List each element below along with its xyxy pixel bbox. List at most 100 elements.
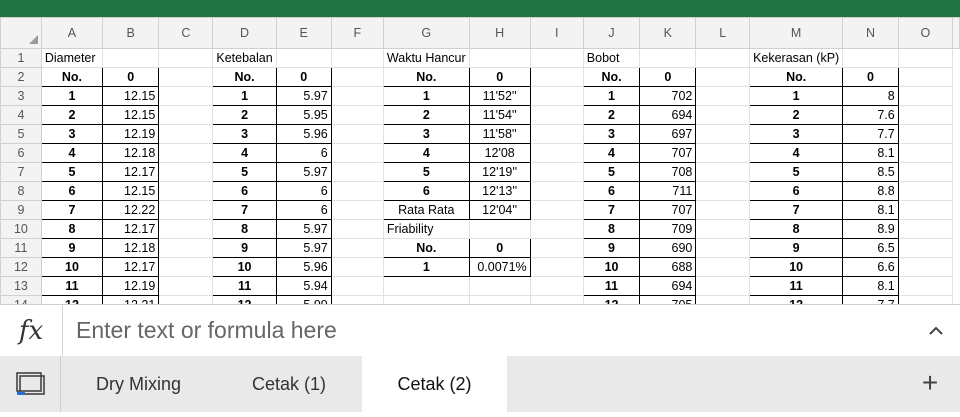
cell[interactable] xyxy=(330,143,384,163)
kekerasan-header-no[interactable]: No. xyxy=(749,67,844,87)
cell[interactable] xyxy=(330,219,384,239)
diameter-row-no[interactable]: 5 xyxy=(40,162,104,182)
cell[interactable] xyxy=(529,295,584,304)
cell[interactable] xyxy=(695,67,751,87)
ketebalan-row-value[interactable]: 5.97 xyxy=(275,238,332,258)
bobot-row-no[interactable]: 8 xyxy=(582,219,641,239)
diameter-row-value[interactable]: 12.18 xyxy=(102,143,160,163)
waktu-avg-label[interactable]: Rata Rata xyxy=(382,200,470,220)
bobot-row-value[interactable]: 688 xyxy=(639,257,697,277)
cell[interactable] xyxy=(695,105,751,125)
cell[interactable] xyxy=(897,219,954,239)
row-header[interactable]: 6 xyxy=(0,143,42,163)
diameter-row-no[interactable]: 6 xyxy=(40,181,104,201)
bobot-row-value[interactable]: 694 xyxy=(639,105,697,125)
cell[interactable] xyxy=(529,276,584,296)
row-header[interactable]: 11 xyxy=(0,238,42,258)
cell[interactable] xyxy=(468,295,531,304)
diameter-title[interactable]: Diameter xyxy=(40,48,104,68)
row-header[interactable]: 14 xyxy=(0,295,42,304)
cell[interactable] xyxy=(330,162,384,182)
cell[interactable] xyxy=(158,105,214,125)
kekerasan-row-no[interactable]: 9 xyxy=(749,238,844,258)
ketebalan-row-value[interactable]: 5.96 xyxy=(275,257,332,277)
ketebalan-row-no[interactable]: 12 xyxy=(212,295,277,304)
column-header-m[interactable]: M xyxy=(749,17,844,49)
chevron-up-icon[interactable] xyxy=(926,321,946,341)
waktu-avg-value[interactable]: 12'04'' xyxy=(468,200,531,220)
diameter-row-value[interactable]: 12.17 xyxy=(102,162,160,182)
cell[interactable] xyxy=(695,124,751,144)
kekerasan-row-no[interactable]: 2 xyxy=(749,105,844,125)
friability-row-value[interactable]: 0.0071% xyxy=(468,257,531,277)
ketebalan-row-value[interactable]: 5.97 xyxy=(275,219,332,239)
cell[interactable] xyxy=(529,48,584,68)
waktu-header-no[interactable]: No. xyxy=(382,67,470,87)
cell[interactable] xyxy=(529,238,584,258)
friability-header-value[interactable]: 0 xyxy=(468,238,531,258)
ketebalan-row-no[interactable]: 2 xyxy=(212,105,277,125)
waktu-row-no[interactable]: 5 xyxy=(382,162,470,182)
select-all-corner[interactable] xyxy=(0,17,42,49)
cell[interactable] xyxy=(897,181,954,201)
column-header-i[interactable]: I xyxy=(529,17,584,49)
diameter-row-value[interactable]: 12.22 xyxy=(102,200,160,220)
row-header[interactable]: 4 xyxy=(0,105,42,125)
waktu-row-no[interactable]: 6 xyxy=(382,181,470,201)
cell[interactable] xyxy=(897,105,954,125)
cell[interactable] xyxy=(330,200,384,220)
waktu-row-value[interactable]: 11'58'' xyxy=(468,124,531,144)
cell[interactable] xyxy=(897,295,954,304)
diameter-row-no[interactable]: 1 xyxy=(40,86,104,106)
column-header-k[interactable]: K xyxy=(639,17,697,49)
cell[interactable] xyxy=(695,200,751,220)
friability-row-no[interactable]: 1 xyxy=(382,257,470,277)
tab-dry-mixing[interactable]: Dry Mixing xyxy=(61,356,216,412)
cell[interactable] xyxy=(897,200,954,220)
cell[interactable] xyxy=(695,181,751,201)
cell[interactable] xyxy=(158,143,214,163)
bobot-row-value[interactable]: 690 xyxy=(639,238,697,258)
cell[interactable] xyxy=(330,48,384,68)
diameter-row-no[interactable]: 9 xyxy=(40,238,104,258)
ketebalan-row-no[interactable]: 9 xyxy=(212,238,277,258)
cell[interactable] xyxy=(695,162,751,182)
column-header-o[interactable]: O xyxy=(897,17,954,49)
cell[interactable] xyxy=(275,48,332,68)
ketebalan-row-value[interactable]: 5.94 xyxy=(275,276,332,296)
friability-header-no[interactable]: No. xyxy=(382,238,470,258)
cell[interactable] xyxy=(897,124,954,144)
tab-cetak-2[interactable]: Cetak (2) xyxy=(362,356,507,412)
cell[interactable] xyxy=(330,86,384,106)
cell[interactable] xyxy=(158,238,214,258)
cell[interactable] xyxy=(102,48,160,68)
ketebalan-row-no[interactable]: 1 xyxy=(212,86,277,106)
cell[interactable] xyxy=(529,143,584,163)
diameter-row-no[interactable]: 4 xyxy=(40,143,104,163)
row-header[interactable]: 13 xyxy=(0,276,42,296)
kekerasan-row-no[interactable]: 11 xyxy=(749,276,844,296)
diameter-row-no[interactable]: 3 xyxy=(40,124,104,144)
kekerasan-title[interactable]: Kekerasan (kP) xyxy=(749,48,844,68)
formula-input[interactable]: Enter text or formula here xyxy=(76,317,337,344)
kekerasan-row-no[interactable]: 12 xyxy=(749,295,844,304)
kekerasan-row-value[interactable]: 7.7 xyxy=(842,295,899,304)
waktu-row-no[interactable]: 2 xyxy=(382,105,470,125)
bobot-row-no[interactable]: 6 xyxy=(582,181,641,201)
bobot-row-no[interactable]: 5 xyxy=(582,162,641,182)
kekerasan-row-no[interactable]: 4 xyxy=(749,143,844,163)
diameter-row-no[interactable]: 2 xyxy=(40,105,104,125)
diameter-row-value[interactable]: 12.17 xyxy=(102,257,160,277)
sheet-table[interactable]: ABCDEFGHIJKLMNO 1 Diameter Ketebalan Waktu … xyxy=(0,17,960,304)
ketebalan-row-no[interactable]: 3 xyxy=(212,124,277,144)
cell[interactable] xyxy=(897,238,954,258)
column-header-n[interactable]: N xyxy=(842,17,899,49)
column-header-h[interactable]: H xyxy=(468,17,531,49)
bobot-row-value[interactable]: 705 xyxy=(639,295,697,304)
kekerasan-header-value[interactable]: 0 xyxy=(842,67,899,87)
column-header-a[interactable]: A xyxy=(40,17,104,49)
ketebalan-row-no[interactable]: 11 xyxy=(212,276,277,296)
waktu-row-value[interactable]: 12'19'' xyxy=(468,162,531,182)
ketebalan-row-value[interactable]: 5.99 xyxy=(275,295,332,304)
cell[interactable] xyxy=(695,48,751,68)
